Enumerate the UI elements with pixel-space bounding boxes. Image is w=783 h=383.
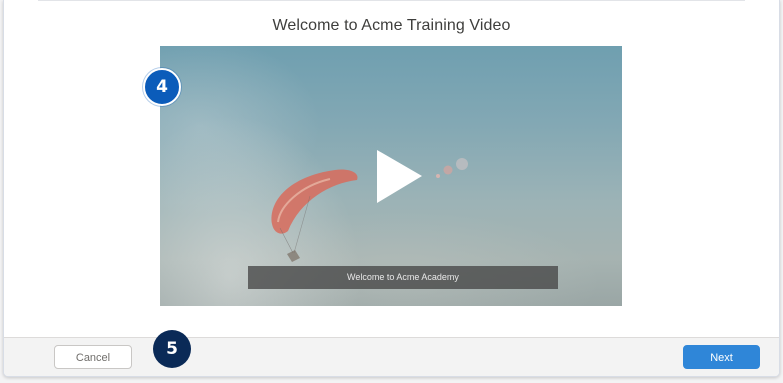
dialog-title: Welcome to Acme Training Video [272, 17, 511, 34]
step-marker-4: 4 [143, 68, 181, 106]
training-dialog: Welcome to Acme Training Video Welcome t… [3, 0, 780, 377]
cancel-button[interactable]: Cancel [54, 345, 132, 369]
dialog-footer: Cancel Next [4, 337, 779, 376]
step-marker-5: 5 [153, 330, 191, 368]
header-divider [38, 0, 745, 1]
video-player[interactable]: Welcome to Acme Academy [160, 46, 622, 306]
next-button[interactable]: Next [683, 345, 760, 369]
video-caption: Welcome to Acme Academy [248, 266, 558, 289]
